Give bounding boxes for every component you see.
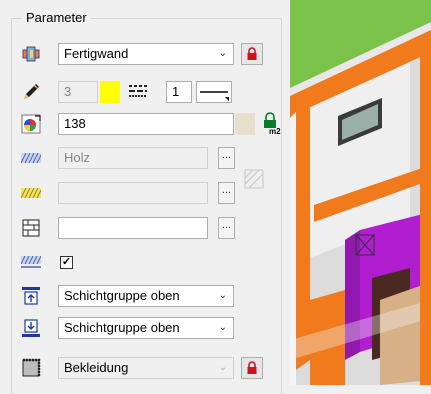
pen-number-field[interactable]: 3 xyxy=(58,81,98,103)
flag-row: ✓ xyxy=(20,250,280,274)
pattern-row: ... xyxy=(20,169,280,205)
brick-row: ... xyxy=(20,216,280,240)
hatch-yellow-icon xyxy=(20,182,42,204)
material-value: Holz xyxy=(64,150,91,165)
lock-icon xyxy=(247,361,257,374)
area-swatch[interactable] xyxy=(235,113,255,135)
line-style-select[interactable] xyxy=(196,81,232,103)
line-number-value: 1 xyxy=(172,84,180,99)
cladding-row: Bekleidung ⌄ xyxy=(20,356,280,380)
pen-color-swatch[interactable] xyxy=(100,81,120,103)
chevron-down-icon: ⌄ xyxy=(218,362,227,373)
layer-stack-icon xyxy=(20,43,42,65)
pattern-browse-button[interactable]: ... xyxy=(218,182,235,204)
area-value: 138 xyxy=(64,116,86,131)
cladding-icon xyxy=(20,357,42,379)
pen-row: 3 1 xyxy=(20,80,280,104)
3d-model-view xyxy=(290,0,431,385)
bottom-group-select[interactable]: Schichtgruppe oben ⌄ xyxy=(58,317,234,339)
color-wheel-icon xyxy=(20,113,42,135)
material-row: Holz ... xyxy=(20,146,280,170)
pattern-field[interactable] xyxy=(58,182,208,204)
area-value-field[interactable]: 138 xyxy=(58,113,234,135)
hatch-blue-icon xyxy=(20,147,42,169)
brick-browse-button[interactable]: ... xyxy=(218,217,235,239)
hatch-check-icon xyxy=(20,251,42,273)
chevron-down-icon: ⌄ xyxy=(218,290,227,301)
cladding-lock-button[interactable] xyxy=(241,357,263,379)
pen-number-value: 3 xyxy=(64,84,72,99)
area-row: 138 m2 xyxy=(20,112,281,136)
layer-select-value: Fertigwand xyxy=(64,46,129,61)
chevron-down-icon: ⌄ xyxy=(218,48,227,59)
top-group-row: Schichtgruppe oben ⌄ xyxy=(20,284,280,308)
top-group-value: Schichtgruppe oben xyxy=(64,288,180,303)
line-type-icon xyxy=(127,81,149,103)
bottom-group-row: Schichtgruppe oben ⌄ xyxy=(20,316,280,340)
material-browse-button[interactable]: ... xyxy=(218,147,235,169)
chevron-down-icon: ⌄ xyxy=(218,322,227,333)
flag-checkbox[interactable]: ✓ xyxy=(60,256,73,269)
top-group-select[interactable]: Schichtgruppe oben ⌄ xyxy=(58,285,234,307)
layer-bottom-icon xyxy=(20,317,42,339)
layer-lock-button[interactable] xyxy=(241,43,263,65)
bottom-group-value: Schichtgruppe oben xyxy=(64,320,180,335)
flag-check-mark: ✓ xyxy=(61,256,72,268)
svg-text:m2: m2 xyxy=(269,127,281,135)
line-style-preview-icon xyxy=(200,91,229,101)
pencil-icon xyxy=(20,81,42,103)
layer-top-icon xyxy=(20,285,42,307)
3d-viewport[interactable] xyxy=(290,0,431,385)
layer-select[interactable]: Fertigwand ⌄ xyxy=(58,43,234,65)
brick-icon xyxy=(20,217,42,239)
cladding-select[interactable]: Bekleidung ⌄ xyxy=(58,357,234,379)
lock-icon xyxy=(247,47,257,60)
layer-row: Fertigwand ⌄ xyxy=(20,42,280,66)
parameter-group-title: Parameter xyxy=(22,10,91,25)
brick-field[interactable] xyxy=(58,217,208,239)
lock-m2-icon[interactable]: m2 xyxy=(260,111,284,135)
cladding-value: Bekleidung xyxy=(64,360,129,375)
material-field[interactable]: Holz xyxy=(58,147,208,169)
parameter-panel: Parameter Fertigwand ⌄ 3 1 138 m2 Holz .… xyxy=(0,0,284,394)
hatch-disabled-icon xyxy=(242,167,266,191)
line-number-field[interactable]: 1 xyxy=(166,81,192,103)
